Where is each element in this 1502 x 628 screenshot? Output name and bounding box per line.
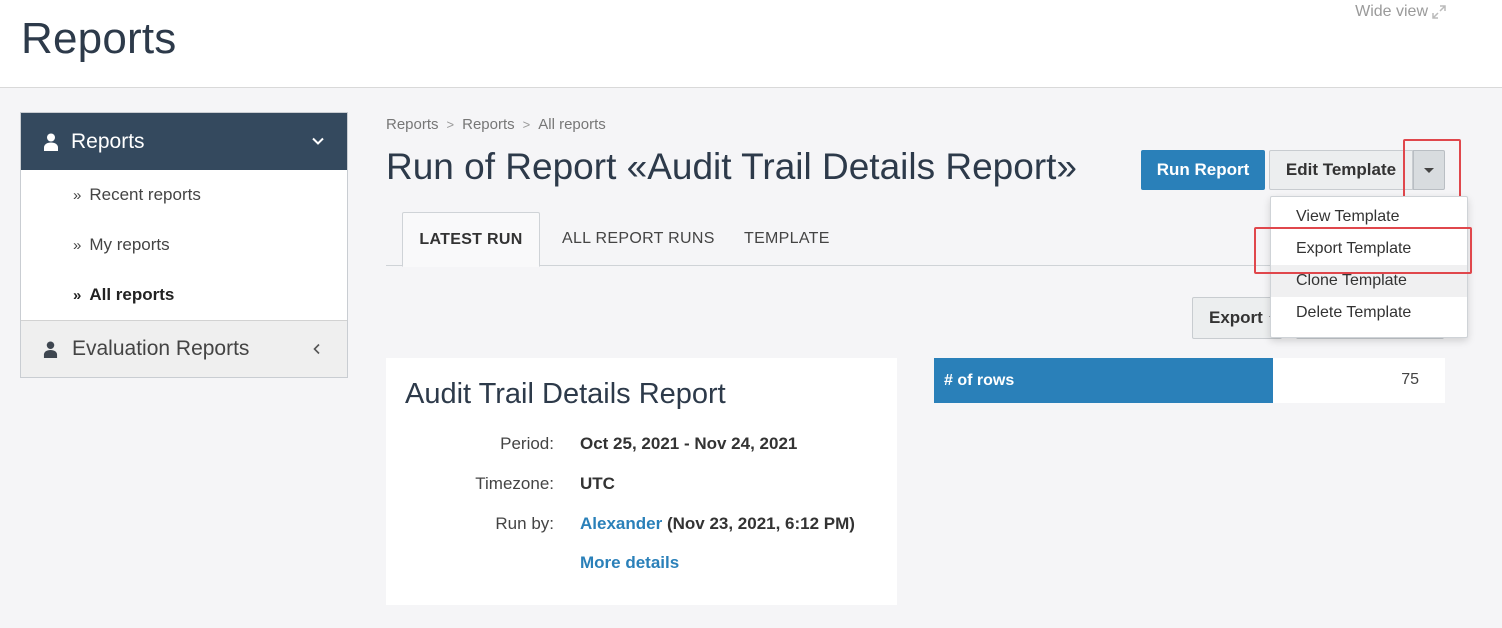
sidebar-item-my-reports[interactable]: » My reports — [21, 220, 347, 270]
timezone-label: Timezone: — [475, 474, 554, 493]
rows-stat-value: 75 — [1401, 371, 1419, 388]
sidebar-section-reports[interactable]: Reports — [21, 113, 347, 170]
double-chevron-icon: » — [73, 286, 82, 304]
menu-item-delete-template[interactable]: Delete Template — [1271, 297, 1467, 329]
report-run-title: Run of Report «Audit Trail Details Repor… — [386, 146, 1078, 187]
tab-bar: LATEST RUN ALL REPORT RUNS TEMPLATE — [386, 212, 1286, 267]
sidebar-items: » Recent reports » My reports » All repo… — [21, 170, 347, 320]
edit-template-button[interactable]: Edit Template — [1269, 150, 1413, 190]
sidebar-item-label: All reports — [89, 285, 175, 304]
user-icon — [43, 341, 58, 358]
caret-down-icon — [1424, 167, 1434, 173]
menu-item-export-template[interactable]: Export Template — [1271, 233, 1467, 265]
run-by-time: (Nov 23, 2021, 6:12 PM) — [666, 514, 855, 533]
run-report-button[interactable]: Run Report — [1141, 150, 1265, 190]
wide-view-toggle[interactable]: Wide view — [1355, 3, 1446, 21]
breadcrumb-item[interactable]: Reports — [386, 116, 439, 133]
period-value: Oct 25, 2021 - Nov 24, 2021 — [580, 434, 798, 453]
tab-latest-run[interactable]: LATEST RUN — [402, 212, 540, 267]
double-chevron-icon: » — [73, 186, 82, 204]
more-details-link[interactable]: More details — [580, 553, 679, 572]
run-by-value: Alexander (Nov 23, 2021, 6:12 PM) — [580, 514, 855, 534]
double-chevron-icon: » — [73, 236, 82, 254]
breadcrumb-separator-icon: > — [522, 117, 531, 132]
run-by-label: Run by: — [495, 514, 554, 533]
sidebar-item-all-reports[interactable]: » All reports — [21, 270, 347, 320]
period-label: Period: — [500, 434, 554, 453]
sidebar-item-recent-reports[interactable]: » Recent reports — [21, 170, 347, 220]
report-name: Audit Trail Details Report — [405, 378, 726, 410]
sidebar-section-label: Reports — [71, 129, 145, 153]
tab-all-report-runs[interactable]: ALL REPORT RUNS — [562, 212, 715, 266]
breadcrumb-item[interactable]: Reports — [462, 116, 515, 133]
sidebar-section-evaluation-reports[interactable]: Evaluation Reports — [21, 320, 347, 377]
sidebar-section-label: Evaluation Reports — [72, 337, 250, 360]
top-bar: Reports Wide view — [0, 0, 1502, 88]
breadcrumb-item[interactable]: All reports — [538, 116, 606, 133]
expand-icon — [1432, 5, 1446, 19]
breadcrumb-separator-icon: > — [446, 117, 455, 132]
run-by-user-link[interactable]: Alexander — [580, 514, 662, 533]
template-dropdown-menu: View Template Export Template Clone Temp… — [1270, 196, 1468, 338]
menu-item-view-template[interactable]: View Template — [1271, 201, 1467, 233]
sidebar-item-label: My reports — [89, 235, 170, 254]
page-title: Reports — [21, 14, 177, 63]
export-button-label: Export — [1209, 308, 1263, 327]
wide-view-label: Wide view — [1355, 3, 1428, 20]
timezone-value: UTC — [580, 474, 615, 493]
tab-template[interactable]: TEMPLATE — [744, 212, 830, 266]
template-menu-toggle[interactable] — [1413, 150, 1445, 190]
breadcrumb: Reports > Reports > All reports — [386, 116, 606, 133]
rows-stat: # of rows 75 — [934, 358, 1445, 403]
sidebar: Reports » Recent reports » My reports » … — [20, 112, 348, 378]
rows-stat-label: # of rows — [934, 358, 1273, 403]
chevron-left-icon — [313, 343, 320, 355]
chevron-down-icon — [312, 137, 324, 145]
report-summary-card: Audit Trail Details Report Period: Oct 2… — [386, 358, 897, 605]
export-button[interactable]: Export — [1192, 297, 1282, 339]
menu-item-clone-template[interactable]: Clone Template — [1271, 265, 1467, 297]
user-icon — [44, 133, 58, 151]
sidebar-item-label: Recent reports — [89, 185, 201, 204]
more-details-row: More details — [580, 553, 679, 573]
